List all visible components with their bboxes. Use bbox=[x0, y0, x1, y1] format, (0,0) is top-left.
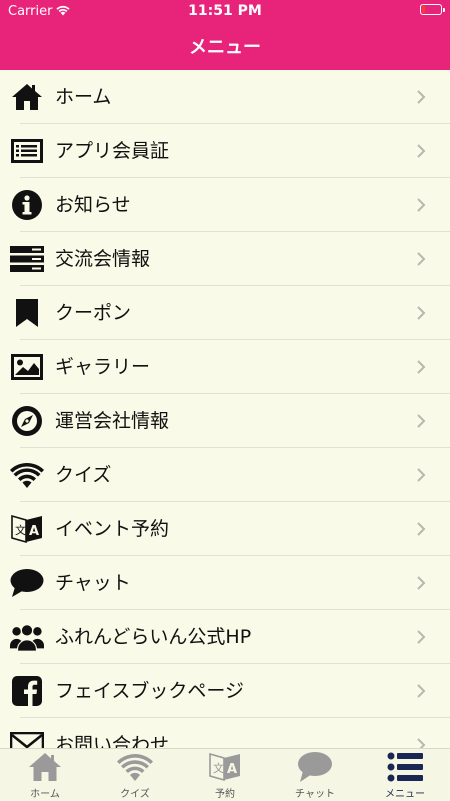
menu-item-label: フェイスブックページ bbox=[55, 680, 245, 702]
menu-item-label: ふれんどらいん公式HP bbox=[55, 626, 252, 648]
tab-booking[interactable]: 文A 予約 bbox=[180, 749, 270, 801]
svg-text:A: A bbox=[227, 762, 237, 777]
tab-chat[interactable]: チャット bbox=[270, 749, 360, 801]
chevron-right-icon bbox=[417, 630, 426, 644]
navigation-bar: メニュー bbox=[0, 22, 450, 70]
chevron-right-icon bbox=[417, 738, 426, 748]
menu-item-label: チャット bbox=[55, 572, 131, 594]
tab-quiz[interactable]: クイズ bbox=[90, 749, 180, 801]
facebook-icon bbox=[10, 675, 44, 707]
menu-item-coupon[interactable]: クーポン bbox=[0, 286, 450, 340]
list-icon bbox=[10, 243, 44, 275]
home-icon bbox=[29, 753, 61, 781]
info-icon bbox=[10, 189, 44, 221]
svg-text:A: A bbox=[29, 524, 39, 539]
chevron-right-icon bbox=[417, 468, 426, 482]
tab-label: チャット bbox=[295, 789, 335, 800]
wifi-icon bbox=[10, 459, 44, 491]
users-icon bbox=[10, 621, 44, 653]
menu-item-label: ホーム bbox=[55, 86, 112, 108]
speech-bubble-icon bbox=[298, 752, 332, 782]
menu-item-contact[interactable]: お問い合わせ bbox=[0, 718, 450, 748]
tab-menu[interactable]: メニュー bbox=[360, 749, 450, 801]
menu-item-label: 交流会情報 bbox=[55, 248, 151, 270]
menu-item-company-info[interactable]: 運営会社情報 bbox=[0, 394, 450, 448]
menu-list: ホーム アプリ会員証 お知らせ 交流会情報 クーポン ギャラリー 運営会社情報 … bbox=[0, 70, 450, 748]
chevron-right-icon bbox=[417, 144, 426, 158]
mail-icon bbox=[10, 729, 44, 748]
membership-card-icon bbox=[10, 135, 44, 167]
menu-item-label: お問い合わせ bbox=[55, 734, 170, 748]
status-bar: Carrier 11:51 PM bbox=[0, 0, 450, 22]
speech-bubble-icon bbox=[10, 567, 44, 599]
page-title: メニュー bbox=[189, 37, 261, 58]
menu-item-home[interactable]: ホーム bbox=[0, 70, 450, 124]
tab-label: メニュー bbox=[385, 789, 425, 800]
menu-item-event-booking[interactable]: 文A イベント予約 bbox=[0, 502, 450, 556]
menu-item-official-hp[interactable]: ふれんどらいん公式HP bbox=[0, 610, 450, 664]
chevron-right-icon bbox=[417, 360, 426, 374]
menu-list-icon bbox=[387, 752, 423, 782]
battery-icon bbox=[420, 4, 445, 15]
chevron-right-icon bbox=[417, 306, 426, 320]
menu-item-label: 運営会社情報 bbox=[55, 410, 170, 432]
translate-icon: 文A bbox=[10, 513, 44, 545]
home-icon bbox=[10, 81, 44, 113]
tab-label: 予約 bbox=[215, 789, 235, 800]
menu-item-label: お知らせ bbox=[55, 194, 131, 216]
chevron-right-icon bbox=[417, 576, 426, 590]
translate-icon: 文A bbox=[209, 752, 240, 782]
menu-item-label: ギャラリー bbox=[55, 356, 151, 378]
menu-item-news[interactable]: お知らせ bbox=[0, 178, 450, 232]
svg-text:文: 文 bbox=[213, 761, 224, 775]
tab-bar: ホーム クイズ 文A 予約 チャット メニュー bbox=[0, 748, 450, 800]
menu-item-facebook[interactable]: フェイスブックページ bbox=[0, 664, 450, 718]
chevron-right-icon bbox=[417, 252, 426, 266]
menu-item-meetup-info[interactable]: 交流会情報 bbox=[0, 232, 450, 286]
chevron-right-icon bbox=[417, 414, 426, 428]
chevron-right-icon bbox=[417, 198, 426, 212]
svg-text:文: 文 bbox=[15, 523, 26, 537]
clock: 11:51 PM bbox=[188, 3, 262, 19]
tab-label: ホーム bbox=[30, 789, 60, 800]
wifi-icon bbox=[117, 754, 153, 781]
tab-label: クイズ bbox=[120, 789, 150, 800]
menu-item-chat[interactable]: チャット bbox=[0, 556, 450, 610]
tab-home[interactable]: ホーム bbox=[0, 749, 90, 801]
compass-icon bbox=[10, 405, 44, 437]
bookmark-icon bbox=[10, 297, 44, 329]
chevron-right-icon bbox=[417, 684, 426, 698]
chevron-right-icon bbox=[417, 522, 426, 536]
image-icon bbox=[10, 351, 44, 383]
menu-item-label: クーポン bbox=[55, 302, 132, 324]
menu-item-gallery[interactable]: ギャラリー bbox=[0, 340, 450, 394]
chevron-right-icon bbox=[417, 90, 426, 104]
menu-item-label: クイズ bbox=[55, 464, 112, 486]
menu-item-label: イベント予約 bbox=[55, 518, 170, 540]
menu-item-quiz[interactable]: クイズ bbox=[0, 448, 450, 502]
menu-item-membership-card[interactable]: アプリ会員証 bbox=[0, 124, 450, 178]
menu-item-label: アプリ会員証 bbox=[55, 140, 170, 162]
